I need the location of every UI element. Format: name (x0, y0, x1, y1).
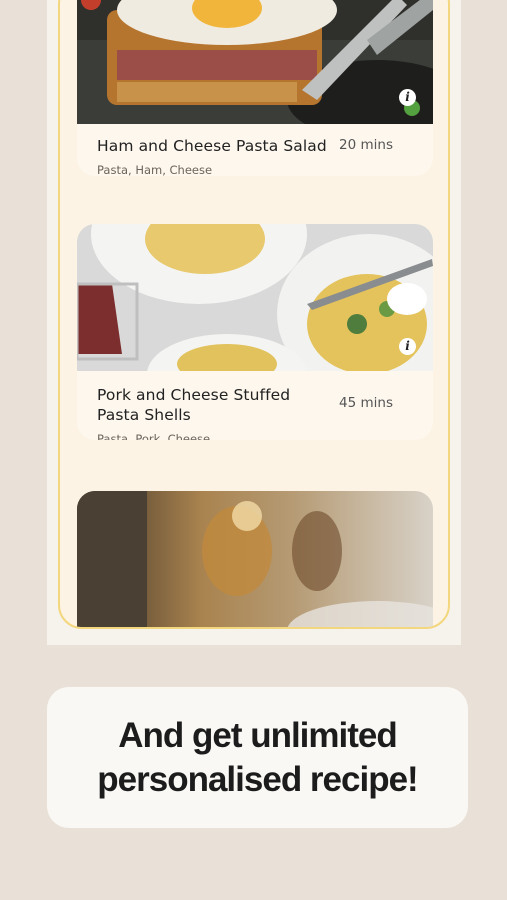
recipe-title: Pork and Cheese Stuffed Pasta Shells (97, 386, 291, 424)
recipe-image: i (77, 0, 433, 124)
promo-line-2: personalised recipe! (97, 759, 418, 799)
recipe-card[interactable] (77, 491, 433, 627)
info-icon[interactable]: i (399, 338, 416, 355)
recipe-card[interactable]: i Pork and Cheese Stuffed Pasta Shells 4… (77, 224, 433, 440)
promo-banner: And get unlimited personalised recipe! (47, 687, 468, 828)
promo-headline: And get unlimited personalised recipe! (97, 714, 418, 802)
recipe-image (77, 491, 433, 627)
info-icon[interactable]: i (399, 89, 416, 106)
recipe-tags: Pasta, Pork, Cheese (97, 432, 211, 440)
recipe-time: 20 mins (339, 137, 393, 153)
recipe-tags: Pasta, Ham, Cheese (97, 163, 213, 176)
recipe-list[interactable]: i Ham and Cheese Pasta Salad 20 mins Pas… (58, 0, 450, 629)
recipe-image: i (77, 224, 433, 371)
recipe-time: 45 mins (339, 395, 393, 411)
recipe-title: Ham and Cheese Pasta Salad (97, 137, 327, 155)
promo-line-1: And get unlimited (118, 715, 398, 755)
recipe-card[interactable]: i Ham and Cheese Pasta Salad 20 mins Pas… (77, 0, 433, 176)
